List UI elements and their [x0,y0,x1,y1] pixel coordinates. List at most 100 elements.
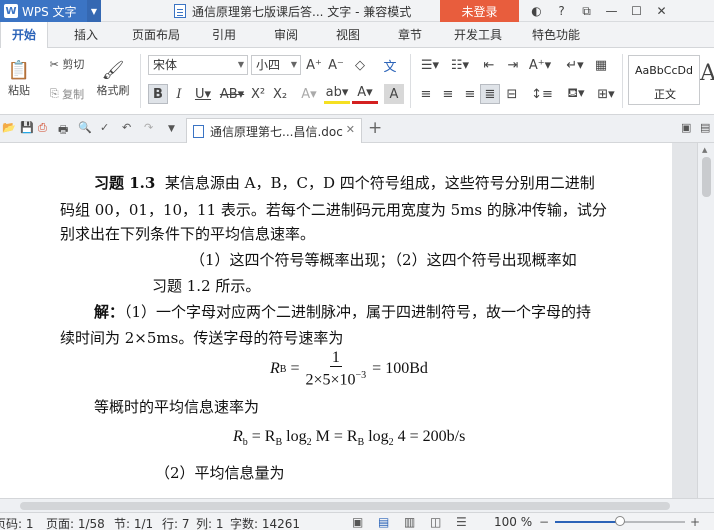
eq-fraction: 1 2×5×10−3 [303,349,368,389]
table-grid-icon[interactable]: ▦ [590,55,612,75]
status-word-count[interactable]: 字数: 14261 [230,515,300,530]
status-page[interactable]: 页面: 1/58 [46,515,105,530]
chevron-down-icon[interactable]: ▼ [168,124,175,134]
status-page-code[interactable]: 页码: 1 [0,515,34,530]
chinese-layout-icon[interactable]: A⁺▾ [526,55,554,75]
restore-icon[interactable]: ⧉ [574,4,599,19]
new-style-icon[interactable]: A [700,58,714,88]
highlight-icon[interactable]: ab▾ [324,84,350,104]
align-center-icon[interactable]: ≡ [438,84,458,104]
help-icon[interactable]: ? [549,4,574,18]
shrink-font-icon[interactable]: A⁻ [326,55,346,75]
chevron-down-icon: ▼ [237,60,244,69]
bold-icon[interactable]: B [148,84,168,104]
border-icon[interactable]: ⊞▾ [592,84,620,104]
superscript-icon[interactable]: X² [248,84,268,104]
web-view-icon[interactable]: ◫ [430,515,441,529]
distributed-align-icon[interactable]: ⊟ [502,84,522,104]
login-button[interactable]: 未登录 [440,0,519,22]
maximize-icon[interactable]: ☐ [624,4,649,18]
page-view-icon[interactable]: ▤ [378,515,389,529]
body-line: 习题 1.2 所示。 [152,277,261,295]
justify-icon[interactable]: ≣ [480,84,500,104]
character-shading-icon[interactable]: A [384,84,404,104]
style-normal[interactable]: AaBbCcDd 正文 [628,55,700,105]
document-page[interactable]: 习题 1.3 某信息源由 A，B，C，D 四个符号组成，这些符号分别用二进制 码… [0,143,672,498]
redo-icon[interactable]: ↷ [144,121,153,134]
tab-references[interactable]: 引用 [200,22,248,48]
show-marks-icon[interactable]: ↵▾ [562,55,588,75]
font-size-select[interactable]: 小四 ▼ [251,55,301,75]
settings-icon[interactable]: ▤ [700,121,710,134]
new-tab-icon[interactable]: + [368,118,382,138]
font-name-select[interactable]: 宋体 ▼ [148,55,248,75]
chevron-down-icon[interactable]: ▼ [87,0,101,22]
print-preview-icon[interactable]: 🔍 [78,121,92,134]
undo-icon[interactable]: ↶ [122,121,131,134]
copy-icon: ⎘ [49,87,59,100]
phonetic-guide-icon[interactable]: 文 [376,55,404,75]
status-section[interactable]: 节: 1/1 [114,515,153,530]
export-pdf-icon[interactable]: ⎙ [38,121,47,135]
outline-view-icon[interactable]: ☰ [456,515,467,529]
font-color-icon[interactable]: A▾ [352,84,378,104]
tab-chapter[interactable]: 章节 [386,22,434,48]
grow-font-icon[interactable]: A⁺ [304,55,324,75]
dock-icon[interactable]: ▣ [681,121,691,134]
scroll-thumb[interactable] [702,157,711,197]
line-spacing-icon[interactable]: ↕≡ [528,84,556,104]
zoom-level[interactable]: 100 % [494,515,532,529]
align-left-icon[interactable]: ≡ [416,84,436,104]
align-right-icon[interactable]: ≡ [460,84,480,104]
close-icon[interactable]: ✕ [346,123,355,136]
clear-format-icon[interactable]: ◇ [350,55,370,75]
tab-view[interactable]: 视图 [324,22,372,48]
body-line: 续时间为 2×5ms。传送字母的符号速率为 [60,329,344,347]
document-tab[interactable]: 通信原理第七...昌信.doc ✕ [186,118,362,143]
zoom-knob[interactable] [615,516,625,526]
zoom-out-icon[interactable]: − [539,515,549,529]
format-painter-button[interactable]: 🖌 格式刷 [94,54,132,104]
ribbon-toolbar: 📋 粘贴 ✂ 剪切 ⎘ 复制 🖌 格式刷 宋体 ▼ 小四 ▼ A⁺ A⁻ ◇ 文 B… [0,48,714,115]
italic-icon[interactable]: I [170,84,188,104]
underline-icon[interactable]: U▾ [190,84,216,104]
focus-mode-icon[interactable]: ▣ [352,515,363,529]
eq-exponent: −3 [355,370,367,381]
strikethrough-icon[interactable]: AB▾ [218,84,246,104]
print-icon[interactable]: 🖶 [58,121,68,140]
body-line: 等概时的平均信息速率为 [94,398,260,416]
wps-menu-button[interactable]: W WPS 文字 ▼ [0,0,101,22]
spellcheck-icon[interactable]: ✓ [100,121,109,134]
text-effect-icon[interactable]: A▾ [296,84,322,104]
skin-icon[interactable]: ◐ [524,4,549,18]
tab-insert[interactable]: 插入 [60,22,112,48]
zoom-in-icon[interactable]: + [690,515,700,529]
increase-indent-icon[interactable]: ⇥ [502,55,524,75]
decrease-indent-icon[interactable]: ⇤ [478,55,500,75]
status-col[interactable]: 列: 1 [196,515,224,530]
cut-button[interactable]: ✂ 剪切 [42,54,92,74]
bullet-list-icon[interactable]: ☰▾ [416,55,444,75]
subscript-icon[interactable]: X₂ [270,84,290,104]
status-row[interactable]: 行: 7 [162,515,190,530]
close-icon[interactable]: ✕ [649,4,674,18]
paragraph-shading-icon[interactable]: ⛾▾ [562,84,590,104]
paste-button[interactable]: 📋 粘贴 [2,54,36,104]
app-name: WPS 文字 [22,4,77,19]
minimize-icon[interactable]: — [599,4,624,18]
tab-special-features[interactable]: 特色功能 [524,22,588,48]
numbered-list-icon[interactable]: ☷▾ [446,55,474,75]
open-folder-icon[interactable]: 📂 [2,121,16,134]
save-icon[interactable]: 💾 [20,121,34,134]
full-screen-icon[interactable]: ▥ [404,515,415,529]
vertical-scrollbar[interactable]: ▲ [697,143,714,498]
scroll-thumb[interactable] [20,502,670,510]
zoom-slider[interactable] [555,516,685,526]
tab-page-layout[interactable]: 页面布局 [124,22,188,48]
tab-review[interactable]: 审阅 [262,22,310,48]
horizontal-scrollbar[interactable] [0,498,714,512]
tab-home[interactable]: 开始 [0,22,48,49]
tab-developer[interactable]: 开发工具 [446,22,510,48]
copy-button[interactable]: ⎘ 复制 [42,84,92,104]
scroll-up-icon[interactable]: ▲ [702,146,707,154]
